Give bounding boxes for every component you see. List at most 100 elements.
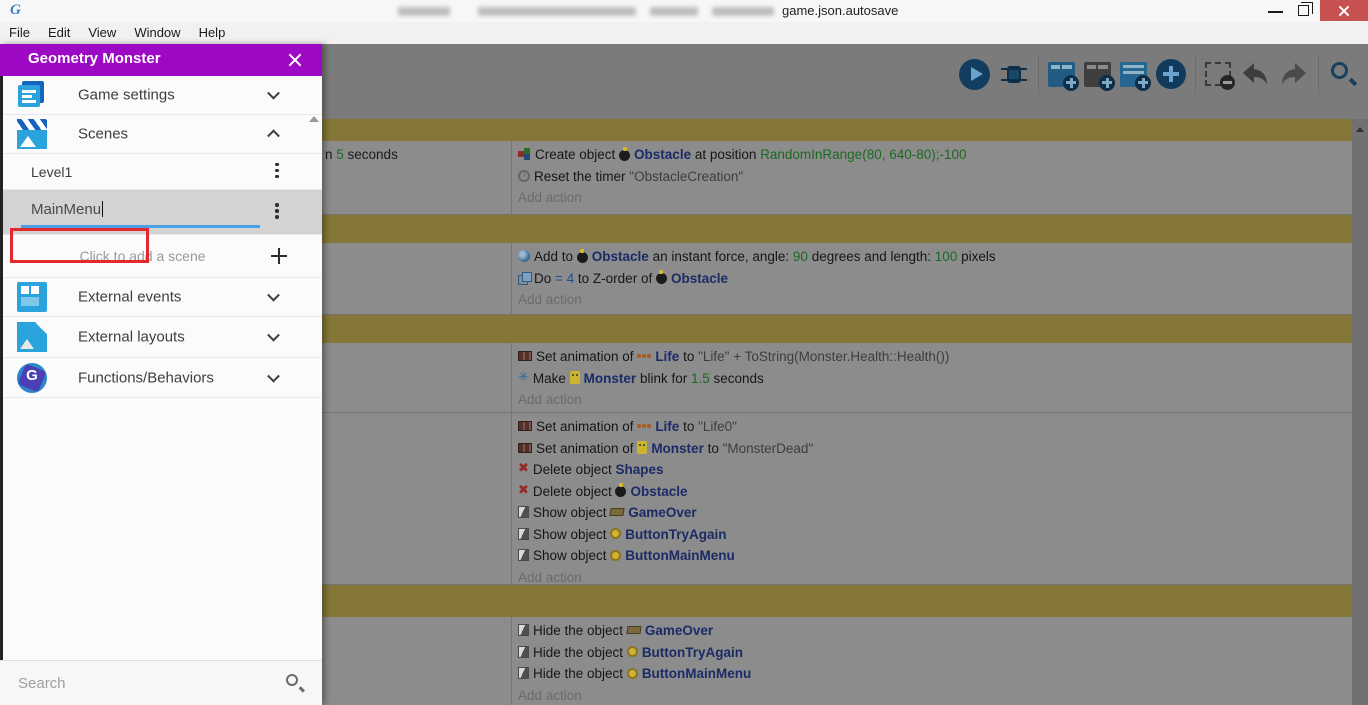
event-conditions-cell[interactable] (322, 343, 512, 412)
event-text: Shapes (615, 462, 664, 477)
action-line[interactable]: Reset the timer "ObstacleCreation" (518, 166, 1352, 188)
action-line[interactable]: Show object ButtonTryAgain (518, 524, 1352, 546)
event-text: "Life0" (698, 419, 737, 434)
sidebar-item-external-layouts[interactable]: External layouts (3, 317, 322, 358)
event-text: = 4 (555, 270, 575, 286)
project-manager-drawer: Geometry Monster Game settings Scenes Le… (0, 44, 322, 705)
close-button[interactable] (1320, 0, 1368, 21)
toolbar-separator (1038, 54, 1039, 94)
blurred-title-segment (712, 7, 774, 16)
preview-play-icon[interactable] (959, 58, 990, 90)
delete-event-icon[interactable] (1205, 62, 1235, 90)
button-icon (626, 646, 638, 658)
action-line[interactable]: Create object Obstacle at position Rando… (518, 144, 1352, 166)
event-row: Set animation of Life to "Life" + ToStri… (322, 343, 1352, 413)
action-line[interactable]: ✖ Delete object Obstacle (518, 481, 1352, 503)
action-line[interactable]: Do = 4 to Z-order of Obstacle (518, 268, 1352, 290)
event-text: to (703, 440, 723, 456)
add-subevent-icon[interactable] (1084, 61, 1115, 91)
event-text: GameOver (644, 623, 714, 638)
life-icon (637, 354, 651, 358)
action-line[interactable]: ✖ Delete object Shapes (518, 459, 1352, 481)
event-text: "Life" + ToString(Monster.Health::Health… (698, 349, 950, 364)
search-events-icon[interactable] (1328, 59, 1358, 89)
add-scene-label: Click to add a scene (79, 248, 206, 264)
minimize-button[interactable] (1268, 11, 1283, 13)
kebab-menu-icon[interactable] (275, 203, 279, 221)
delete-icon: ✖ (518, 461, 529, 477)
search-icon[interactable] (286, 674, 306, 694)
undo-icon[interactable] (1240, 61, 1270, 87)
event-text: Reset the timer (534, 168, 630, 184)
sidebar-item-external-events[interactable]: External events (3, 278, 322, 317)
event-text: Make (532, 370, 570, 386)
add-action-button[interactable]: Add action (518, 567, 1352, 589)
add-action-button[interactable]: Add action (518, 187, 1352, 209)
debug-icon[interactable] (999, 59, 1029, 89)
event-text: Show object (533, 548, 611, 563)
add-action-button[interactable]: Add action (518, 289, 1352, 311)
sidebar-item-scenes[interactable]: Scenes (3, 115, 322, 154)
action-line[interactable]: Add to Obstacle an instant force, angle:… (518, 246, 1352, 268)
action-line[interactable]: Show object ButtonMainMenu (518, 545, 1352, 567)
add-action-button[interactable]: Add action (518, 389, 1352, 411)
comment-row[interactable] (322, 585, 1352, 617)
event-conditions-cell[interactable] (322, 243, 512, 314)
menu-item-window[interactable]: Window (125, 22, 189, 44)
comment-row[interactable] (322, 119, 1352, 141)
action-line[interactable]: Hide the object ButtonTryAgain (518, 642, 1352, 664)
action-line[interactable]: Hide the object GameOver (518, 620, 1352, 642)
scene-item-mainmenu-editing[interactable]: MainMenu (3, 190, 322, 235)
sidebar-item-label: External layouts (78, 328, 185, 346)
plus-icon[interactable] (271, 248, 287, 264)
add-action-button[interactable]: Add action (518, 685, 1352, 705)
project-manager-list: Game settings Scenes Level1 MainMenu Cli… (0, 76, 322, 684)
events-scrollbar[interactable] (1352, 119, 1368, 705)
menu-item-view[interactable]: View (79, 22, 125, 44)
menu-item-edit[interactable]: Edit (39, 22, 79, 44)
action-line[interactable]: Set animation of Monster to "MonsterDead… (518, 438, 1352, 460)
text-caret (102, 201, 104, 217)
chevron-down-icon (267, 369, 280, 383)
scroll-up-icon[interactable] (1356, 127, 1364, 132)
visibility-icon (518, 645, 529, 658)
add-comment-icon[interactable] (1120, 61, 1151, 91)
sidebar-item-label: External events (78, 288, 182, 306)
event-conditions-cell[interactable] (322, 413, 512, 584)
action-line[interactable]: Show object GameOver (518, 502, 1352, 524)
menu-item-file[interactable]: File (0, 22, 39, 44)
event-text: to (679, 349, 699, 364)
redo-icon[interactable] (1279, 61, 1309, 87)
event-text: Hide the object (533, 644, 627, 660)
search-input[interactable] (18, 669, 268, 697)
sidebar-item-functions-behaviors[interactable]: G Functions/Behaviors (3, 358, 322, 398)
action-line[interactable]: ✳ Make Monster blink for 1.5 seconds (518, 368, 1352, 390)
sidebar-item-game-settings[interactable]: Game settings (3, 76, 322, 115)
scroll-up-icon[interactable] (309, 116, 319, 122)
toolbar-separator (1195, 54, 1196, 94)
event-text: Monster (583, 370, 637, 386)
close-drawer-icon[interactable] (286, 51, 304, 69)
button-icon (610, 528, 622, 540)
menu-item-help[interactable]: Help (190, 22, 235, 44)
event-actions-cell: Add to Obstacle an instant force, angle:… (512, 243, 1352, 314)
visibility-icon (518, 506, 529, 519)
action-line[interactable]: Set animation of Life to "Life0" (518, 416, 1352, 438)
scene-item-level1[interactable]: Level1 (3, 154, 322, 190)
add-scene-row[interactable]: Click to add a scene (3, 235, 322, 278)
scene-rename-input[interactable]: MainMenu (31, 201, 104, 218)
event-conditions-cell[interactable]: n 5 seconds (322, 141, 512, 214)
add-more-icon[interactable] (1156, 59, 1186, 89)
comment-row[interactable] (322, 315, 1352, 343)
event-conditions-cell[interactable] (322, 617, 512, 705)
action-line[interactable]: Hide the object ButtonMainMenu (518, 663, 1352, 685)
event-text: to Z-order of (574, 270, 656, 286)
event-text: Life (655, 419, 680, 434)
kebab-menu-icon[interactable] (275, 162, 279, 181)
comment-row[interactable] (322, 215, 1352, 243)
create-object-icon (518, 148, 531, 160)
action-line[interactable]: Set animation of Life to "Life" + ToStri… (518, 346, 1352, 368)
restore-button[interactable] (1298, 2, 1313, 16)
add-event-icon[interactable] (1048, 61, 1079, 91)
event-text: Do (534, 270, 556, 286)
